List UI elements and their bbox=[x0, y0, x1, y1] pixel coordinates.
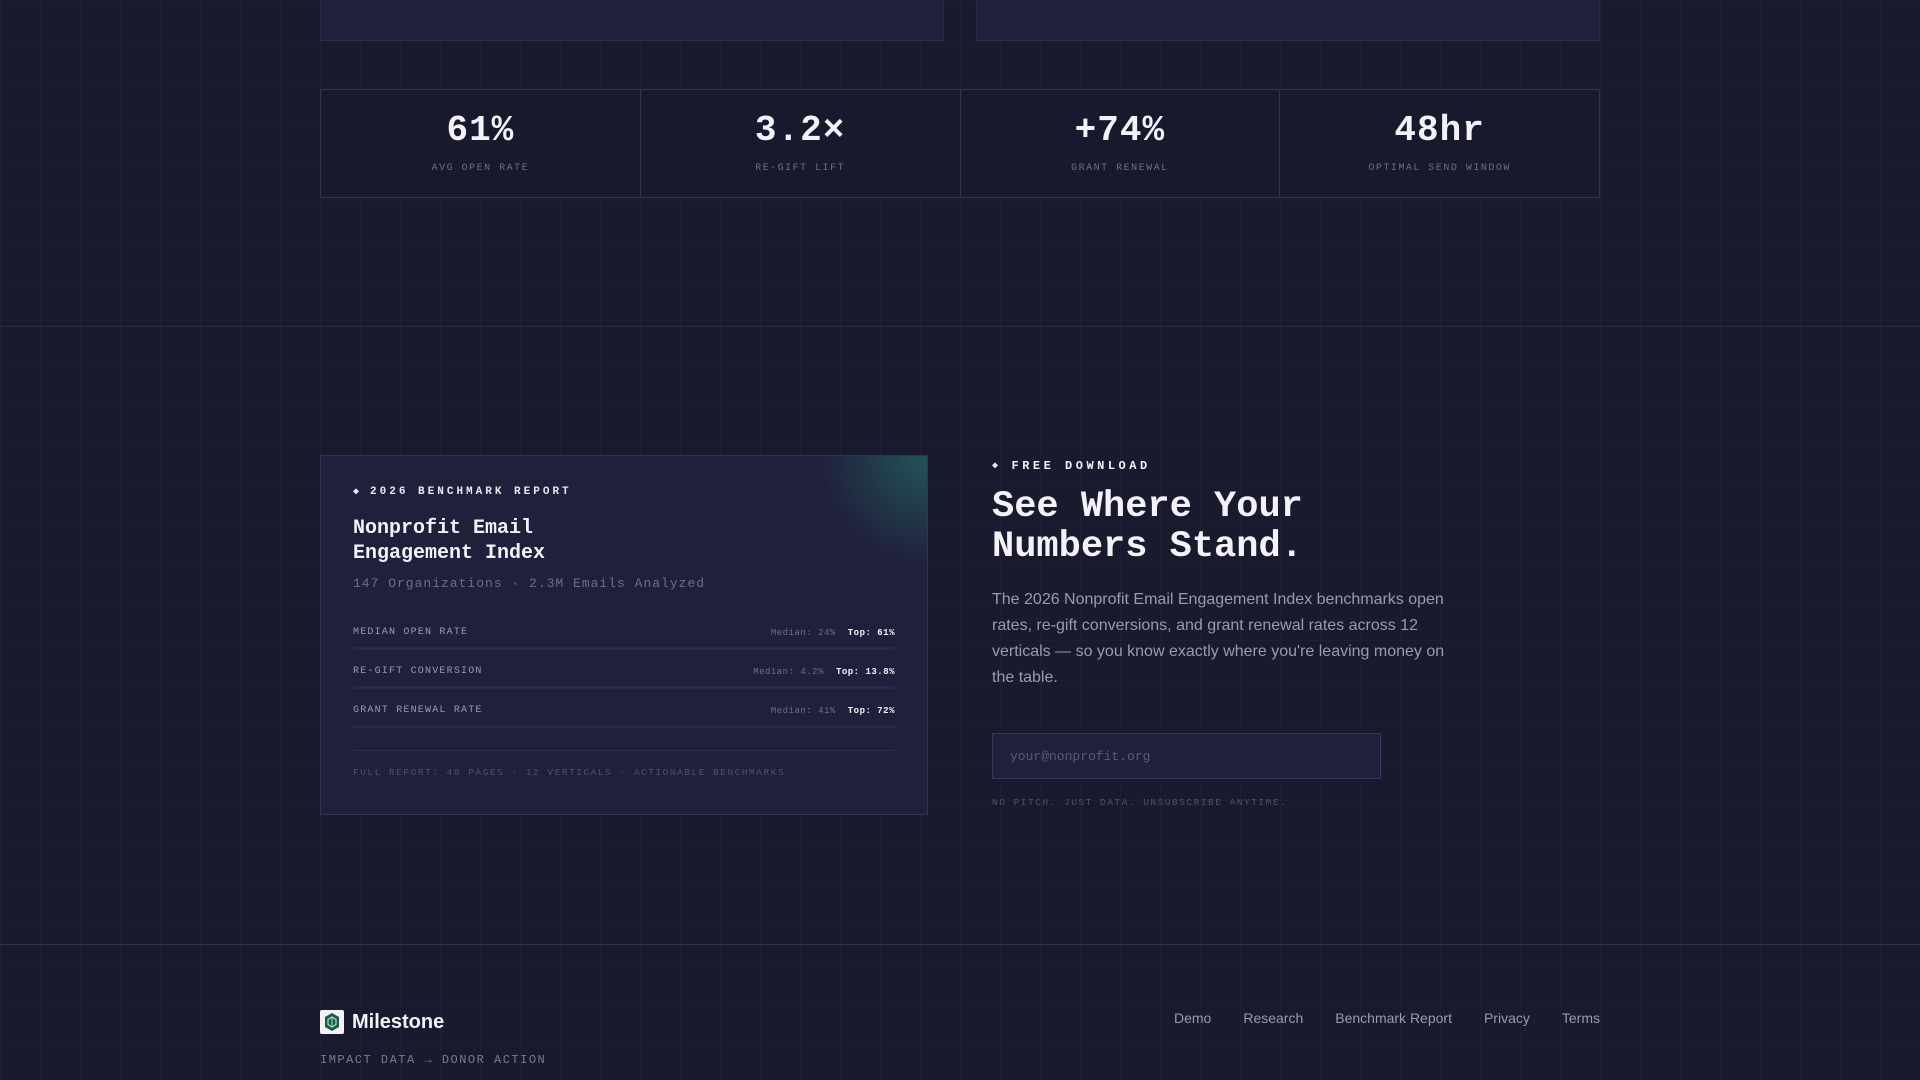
stat-grant-renewal: +74% GRANT RENEWAL bbox=[961, 90, 1281, 197]
metric-values: Median: 24% Top: 61% bbox=[771, 628, 895, 638]
section-divider bbox=[0, 326, 1920, 327]
stat-value: 48hr bbox=[1394, 110, 1485, 151]
footer-link-research[interactable]: Research bbox=[1243, 1010, 1303, 1026]
footer-link-privacy[interactable]: Privacy bbox=[1484, 1010, 1530, 1026]
metric-row: RE-GIFT CONVERSION Median: 4.2% Top: 13.… bbox=[353, 656, 895, 695]
stat-avg-open-rate: 61% AVG OPEN RATE bbox=[321, 90, 641, 197]
diamond-icon: ◆ bbox=[992, 461, 1002, 472]
report-tag: ◆ 2026 BENCHMARK REPORT bbox=[353, 486, 895, 498]
brand-name: Milestone bbox=[352, 1010, 445, 1033]
brand-link[interactable]: Milestone bbox=[320, 1010, 444, 1034]
diamond-icon: ◆ bbox=[353, 487, 363, 498]
metric-name: RE-GIFT CONVERSION bbox=[353, 666, 483, 677]
metric-median: Median: 41% bbox=[770, 705, 836, 716]
top-card-left bbox=[320, 0, 944, 41]
metric-row: MEDIAN OPEN RATE Median: 24% Top: 61% bbox=[353, 617, 895, 656]
metric-list: MEDIAN OPEN RATE Median: 24% Top: 61% RE… bbox=[353, 617, 895, 734]
footer-divider bbox=[0, 944, 1920, 945]
stat-label: OPTIMAL SEND WINDOW bbox=[1368, 163, 1511, 174]
metric-row: GRANT RENEWAL RATE Median: 41% Top: 72% bbox=[353, 695, 895, 734]
footer-link-terms[interactable]: Terms bbox=[1562, 1010, 1600, 1026]
metric-top: Top: 13.8% bbox=[835, 666, 895, 677]
benchmark-report-card: ◆ 2026 BENCHMARK REPORT Nonprofit Email … bbox=[320, 455, 928, 815]
stat-value: 61% bbox=[446, 110, 515, 151]
metric-median: Median: 4.2% bbox=[753, 666, 824, 677]
stat-label: GRANT RENEWAL bbox=[1071, 163, 1169, 174]
stat-label: AVG OPEN RATE bbox=[431, 163, 530, 174]
footer-link-demo[interactable]: Demo bbox=[1174, 1010, 1211, 1026]
report-tag-label: 2026 BENCHMARK REPORT bbox=[370, 486, 572, 498]
report-footer: FULL REPORT: 48 PAGES · 12 VERTICALS · A… bbox=[353, 750, 895, 778]
metric-top: Top: 72% bbox=[847, 705, 895, 716]
top-card-right bbox=[976, 0, 1600, 41]
metric-median: Median: 24% bbox=[770, 627, 836, 638]
stat-value: 3.2× bbox=[754, 110, 846, 151]
report-title: Nonprofit Email Engagement Index bbox=[353, 517, 546, 565]
download-tag-label: FREE DOWNLOAD bbox=[1011, 459, 1151, 473]
download-section: ◆ FREE DOWNLOAD See Where Your Numbers S… bbox=[992, 459, 1452, 808]
stat-optimal-send-window: 48hr OPTIMAL SEND WINDOW bbox=[1280, 90, 1599, 197]
brand-tagline: IMPACT DATA → DONOR ACTION bbox=[320, 1053, 547, 1067]
footer-link-benchmark-report[interactable]: Benchmark Report bbox=[1335, 1010, 1452, 1026]
report-subtitle: 147 Organizations · 2.3M Emails Analyzed bbox=[353, 576, 706, 591]
stat-label: RE-GIFT LIFT bbox=[755, 163, 846, 174]
stat-value: +74% bbox=[1074, 110, 1166, 151]
download-title: See Where Your Numbers Stand. bbox=[992, 486, 1303, 568]
metric-name: MEDIAN OPEN RATE bbox=[353, 627, 469, 638]
stat-regift-lift: 3.2× RE-GIFT LIFT bbox=[641, 90, 961, 197]
download-tag: ◆ FREE DOWNLOAD bbox=[992, 459, 1452, 473]
email-field[interactable] bbox=[992, 733, 1381, 779]
download-description: The 2026 Nonprofit Email Engagement Inde… bbox=[992, 591, 1445, 686]
stats-bar: 61% AVG OPEN RATE 3.2× RE-GIFT LIFT +74%… bbox=[320, 89, 1600, 198]
metric-values: Median: 4.2% Top: 13.8% bbox=[753, 667, 895, 677]
metric-name: GRANT RENEWAL RATE bbox=[353, 705, 483, 716]
download-note: NO PITCH. JUST DATA. UNSUBSCRIBE ANYTIME… bbox=[992, 797, 1288, 808]
metric-values: Median: 41% Top: 72% bbox=[771, 706, 895, 716]
milestone-logo-icon bbox=[320, 1010, 344, 1034]
footer-nav: Demo Research Benchmark Report Privacy T… bbox=[1174, 1010, 1600, 1026]
metric-top: Top: 61% bbox=[847, 627, 895, 638]
